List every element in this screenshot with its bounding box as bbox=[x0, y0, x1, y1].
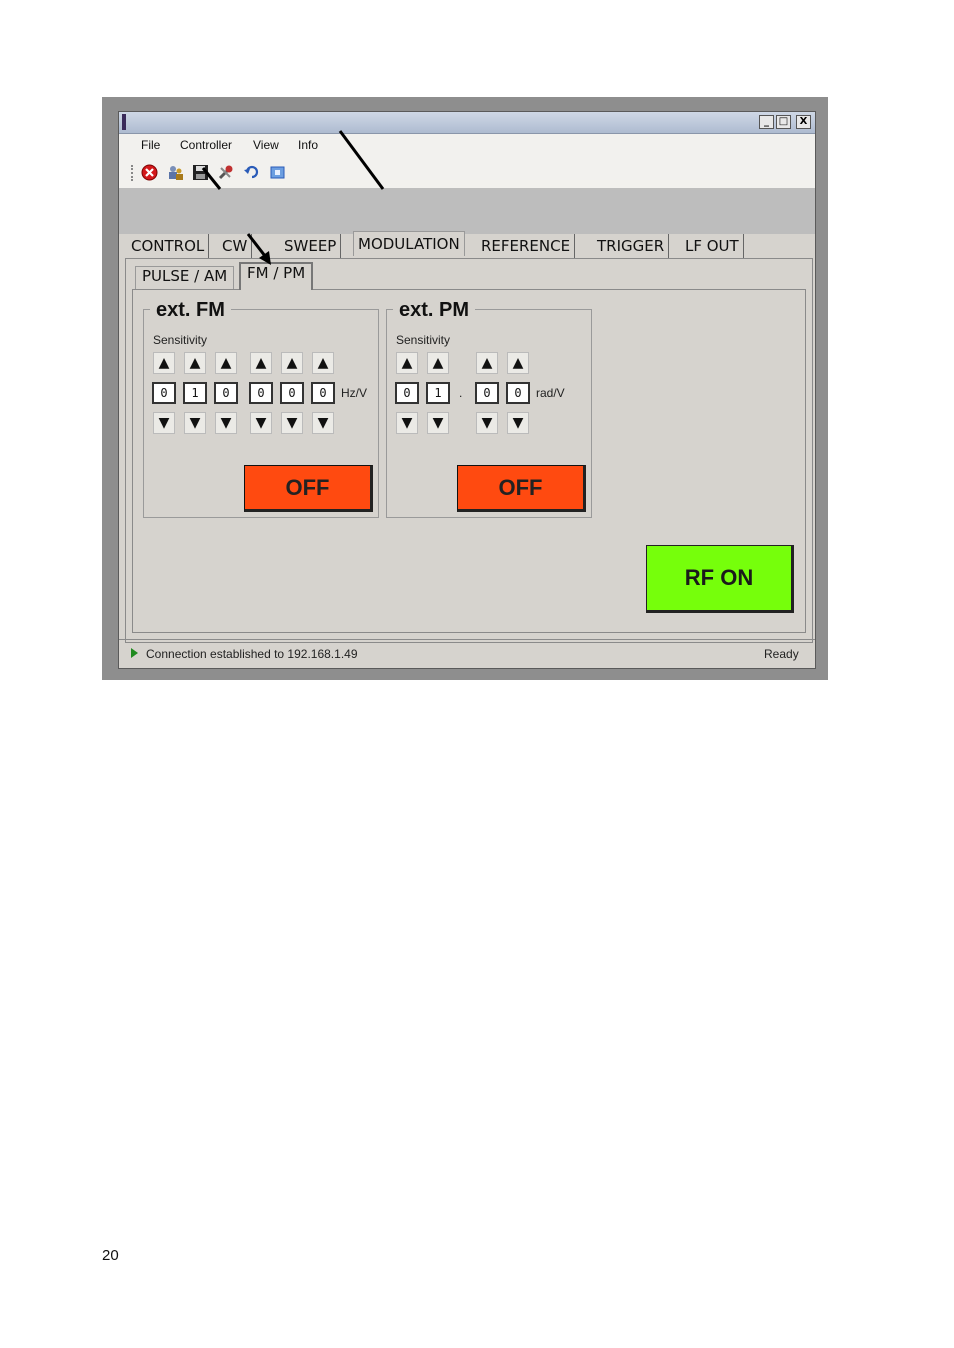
toolbar-area bbox=[119, 188, 815, 234]
fm-digit1-down-button[interactable]: ▼ bbox=[153, 412, 175, 434]
minimize-button[interactable]: _ bbox=[759, 115, 774, 129]
fm-sensitivity-label: Sensitivity bbox=[153, 333, 208, 347]
close-red-icon[interactable] bbox=[141, 164, 158, 181]
page-number: 20 bbox=[102, 1247, 119, 1264]
fm-digit4-up-button[interactable]: ▲ bbox=[250, 352, 272, 374]
tools-icon[interactable] bbox=[217, 164, 234, 181]
fm-digit6-down-button[interactable]: ▼ bbox=[312, 412, 334, 434]
ext-pm-title: ext. PM bbox=[393, 299, 476, 322]
pm-digit3-up-button[interactable]: ▲ bbox=[476, 352, 498, 374]
ext-fm-group: ext. FM Sensitivity ▲ ▲ ▲ ▲ ▲ ▲ 0 1 0 0 … bbox=[143, 299, 379, 518]
refresh-icon[interactable] bbox=[269, 164, 286, 181]
menu-info[interactable]: Info bbox=[298, 138, 318, 152]
tab-control[interactable]: CONTROL bbox=[127, 234, 210, 258]
subtab-fm-pm[interactable]: FM / PM bbox=[239, 262, 314, 290]
status-ready: Ready bbox=[764, 647, 799, 661]
toolbar-grip[interactable] bbox=[131, 165, 136, 181]
pm-digit1-down-button[interactable]: ▼ bbox=[396, 412, 418, 434]
title-bar[interactable]: _ □ X bbox=[119, 112, 815, 134]
pm-digit4-down-button[interactable]: ▼ bbox=[507, 412, 529, 434]
fm-digit6-up-button[interactable]: ▲ bbox=[312, 352, 334, 374]
rf-on-button[interactable]: RF ON bbox=[646, 545, 794, 613]
subtab-pulse-am[interactable]: PULSE / AM bbox=[135, 266, 235, 289]
status-message: Connection established to 192.168.1.49 bbox=[146, 647, 358, 661]
fm-digit2[interactable]: 1 bbox=[183, 382, 207, 404]
pm-digit1[interactable]: 0 bbox=[395, 382, 419, 404]
pm-off-button[interactable]: OFF bbox=[457, 465, 586, 512]
menu-file[interactable]: File bbox=[141, 138, 160, 152]
tab-cw[interactable]: CW bbox=[218, 234, 253, 258]
close-button[interactable]: X bbox=[796, 115, 811, 129]
pm-digit2-down-button[interactable]: ▼ bbox=[427, 412, 449, 434]
ext-fm-title: ext. FM bbox=[150, 299, 231, 322]
fm-digit4[interactable]: 0 bbox=[249, 382, 273, 404]
pm-decimal-point: . bbox=[459, 386, 463, 400]
fm-digit2-down-button[interactable]: ▼ bbox=[184, 412, 206, 434]
fm-digit6[interactable]: 0 bbox=[311, 382, 335, 404]
pm-sensitivity-label: Sensitivity bbox=[396, 333, 451, 347]
fm-digit3-up-button[interactable]: ▲ bbox=[215, 352, 237, 374]
fm-digit1-up-button[interactable]: ▲ bbox=[153, 352, 175, 374]
pm-digit4-up-button[interactable]: ▲ bbox=[507, 352, 529, 374]
menu-controller[interactable]: Controller bbox=[180, 138, 232, 152]
fm-digit2-up-button[interactable]: ▲ bbox=[184, 352, 206, 374]
maximize-button[interactable]: □ bbox=[776, 115, 791, 129]
fm-digit5-up-button[interactable]: ▲ bbox=[281, 352, 303, 374]
tab-trigger[interactable]: TRIGGER bbox=[593, 234, 670, 258]
pm-digit2[interactable]: 1 bbox=[426, 382, 450, 404]
undo-icon[interactable] bbox=[243, 164, 260, 181]
fm-digit4-down-button[interactable]: ▼ bbox=[250, 412, 272, 434]
menu-view[interactable]: View bbox=[253, 138, 279, 152]
fm-digit1[interactable]: 0 bbox=[152, 382, 176, 404]
fm-digit3[interactable]: 0 bbox=[214, 382, 238, 404]
save-icon[interactable] bbox=[192, 164, 209, 181]
ext-pm-group: ext. PM Sensitivity ▲ ▲ ▲ ▲ 0 1 . 0 0 ra… bbox=[386, 299, 592, 518]
status-play-icon bbox=[131, 648, 138, 658]
fm-digit5[interactable]: 0 bbox=[280, 382, 304, 404]
tab-sweep[interactable]: SWEEP bbox=[280, 234, 342, 258]
toolbar bbox=[119, 158, 815, 188]
app-window: _ □ X File Controller View Info CONTROL … bbox=[118, 111, 816, 669]
fm-unit-label: Hz/V bbox=[341, 386, 368, 400]
pm-digit2-up-button[interactable]: ▲ bbox=[427, 352, 449, 374]
menu-bar: File Controller View Info bbox=[119, 134, 815, 158]
app-icon bbox=[122, 114, 126, 130]
pm-digit3-down-button[interactable]: ▼ bbox=[476, 412, 498, 434]
tab-reference[interactable]: REFERENCE bbox=[477, 234, 576, 258]
tab-lf-out[interactable]: LF OUT bbox=[681, 234, 744, 258]
pm-unit-label: rad/V bbox=[536, 386, 565, 400]
tab-modulation[interactable]: MODULATION bbox=[353, 231, 465, 256]
status-bar: Connection established to 192.168.1.49 R… bbox=[119, 639, 815, 668]
pm-digit1-up-button[interactable]: ▲ bbox=[396, 352, 418, 374]
fm-off-button[interactable]: OFF bbox=[244, 465, 373, 512]
pm-digit3[interactable]: 0 bbox=[475, 382, 499, 404]
settings-people-icon[interactable] bbox=[167, 164, 184, 181]
pm-digit4[interactable]: 0 bbox=[506, 382, 530, 404]
fm-digit3-down-button[interactable]: ▼ bbox=[215, 412, 237, 434]
fm-digit5-down-button[interactable]: ▼ bbox=[281, 412, 303, 434]
